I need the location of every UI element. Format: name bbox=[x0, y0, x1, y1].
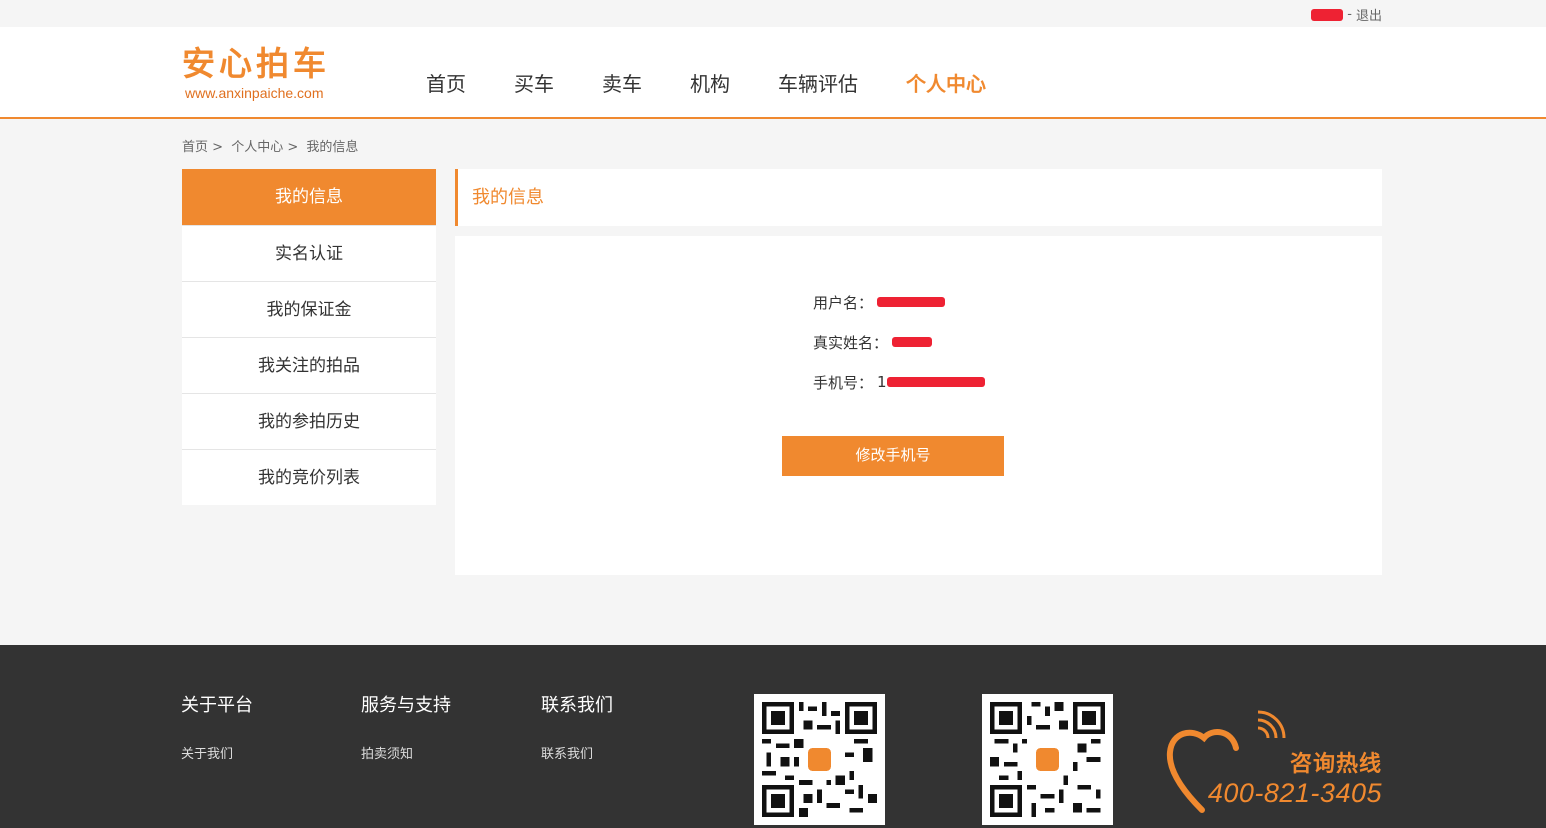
footer-link-auction-notice[interactable]: 拍卖须知 bbox=[361, 743, 451, 762]
breadcrumb-home[interactable]: 首页 bbox=[182, 140, 208, 155]
main-nav: 首页 买车 卖车 机构 车辆评估 个人中心 bbox=[426, 71, 1034, 97]
footer-col-about: 关于平台 关于我们 bbox=[181, 694, 253, 762]
breadcrumb: 首页 > 个人中心 > 我的信息 bbox=[182, 136, 362, 155]
username-redacted bbox=[1311, 8, 1344, 21]
sidebar-item-watchlist[interactable]: 我关注的拍品 bbox=[182, 337, 436, 393]
hotline-label: 咨询热线 bbox=[1289, 752, 1382, 777]
nav-buy[interactable]: 买车 bbox=[514, 71, 554, 97]
footer-col-title: 联系我们 bbox=[541, 695, 613, 716]
username-value bbox=[877, 297, 946, 307]
logo-text: 安心拍车 bbox=[182, 44, 330, 83]
breadcrumb-sep: > bbox=[287, 140, 299, 155]
sidebar-item-bid-list[interactable]: 我的竞价列表 bbox=[182, 449, 436, 505]
hotline-number: 400-821-3405 bbox=[1207, 778, 1382, 808]
footer: 关于平台 关于我们 服务与支持 拍卖须知 联系我们 联系我们 咨询热线 400-… bbox=[0, 645, 1546, 828]
change-phone-button[interactable]: 修改手机号 bbox=[782, 436, 1004, 476]
content-header: 我的信息 bbox=[455, 169, 1382, 226]
breadcrumb-sep: > bbox=[212, 140, 224, 155]
footer-col-service: 服务与支持 拍卖须知 bbox=[361, 694, 451, 762]
info-panel: 用户名： 真实姓名： 手机号： 1 修改手机号 bbox=[455, 236, 1382, 575]
sidebar-item-my-info[interactable]: 我的信息 bbox=[182, 169, 436, 225]
breadcrumb-current: 我的信息 bbox=[306, 140, 359, 155]
nav-evaluation[interactable]: 车辆评估 bbox=[778, 71, 858, 97]
footer-col-title: 服务与支持 bbox=[361, 695, 451, 716]
username-label: 用户名： bbox=[813, 293, 874, 312]
redaction-mark bbox=[877, 297, 946, 307]
redaction-mark bbox=[892, 337, 933, 347]
header: 安心拍车 www.anxinpaiche.com 首页 买车 卖车 机构 车辆评… bbox=[0, 27, 1546, 119]
breadcrumb-personal-center[interactable]: 个人中心 bbox=[231, 140, 283, 155]
footer-link-contact-us[interactable]: 联系我们 bbox=[541, 743, 613, 762]
qr-code-2 bbox=[982, 694, 1113, 825]
phone-row: 手机号： 1 bbox=[813, 372, 985, 392]
info-list: 用户名： 真实姓名： 手机号： 1 bbox=[813, 292, 985, 412]
sidebar-item-deposit[interactable]: 我的保证金 bbox=[182, 281, 436, 337]
sidebar-item-verification[interactable]: 实名认证 bbox=[182, 225, 436, 281]
logout-link[interactable]: 退出 bbox=[1356, 5, 1382, 24]
phone-label: 手机号： bbox=[813, 373, 874, 392]
page-title: 我的信息 bbox=[472, 187, 544, 208]
username-row: 用户名： bbox=[813, 292, 985, 312]
nav-institutions[interactable]: 机构 bbox=[690, 71, 730, 97]
nav-personal-center[interactable]: 个人中心 bbox=[906, 71, 986, 97]
user-box: - 退出 bbox=[1311, 5, 1382, 24]
footer-col-contact: 联系我们 联系我们 bbox=[541, 694, 613, 762]
hotline: 咨询热线 400-821-3405 bbox=[1166, 708, 1382, 820]
nav-sell[interactable]: 卖车 bbox=[602, 71, 642, 97]
realname-row: 真实姓名： bbox=[813, 332, 985, 352]
phone-value: 1 bbox=[877, 373, 985, 391]
redaction-mark bbox=[886, 377, 985, 387]
nav-home[interactable]: 首页 bbox=[426, 71, 466, 97]
separator: - bbox=[1347, 7, 1352, 22]
qr-code-1 bbox=[754, 694, 885, 825]
logo[interactable]: 安心拍车 www.anxinpaiche.com bbox=[182, 44, 342, 102]
logo-url: www.anxinpaiche.com bbox=[185, 85, 324, 101]
realname-label: 真实姓名： bbox=[813, 333, 889, 352]
sidebar-item-auction-history[interactable]: 我的参拍历史 bbox=[182, 393, 436, 449]
sidebar: 我的信息 实名认证 我的保证金 我关注的拍品 我的参拍历史 我的竞价列表 bbox=[182, 169, 436, 505]
realname-value bbox=[892, 337, 933, 347]
footer-link-about-us[interactable]: 关于我们 bbox=[181, 743, 253, 762]
top-bar: - 退出 bbox=[0, 0, 1546, 27]
footer-col-title: 关于平台 bbox=[181, 695, 253, 716]
